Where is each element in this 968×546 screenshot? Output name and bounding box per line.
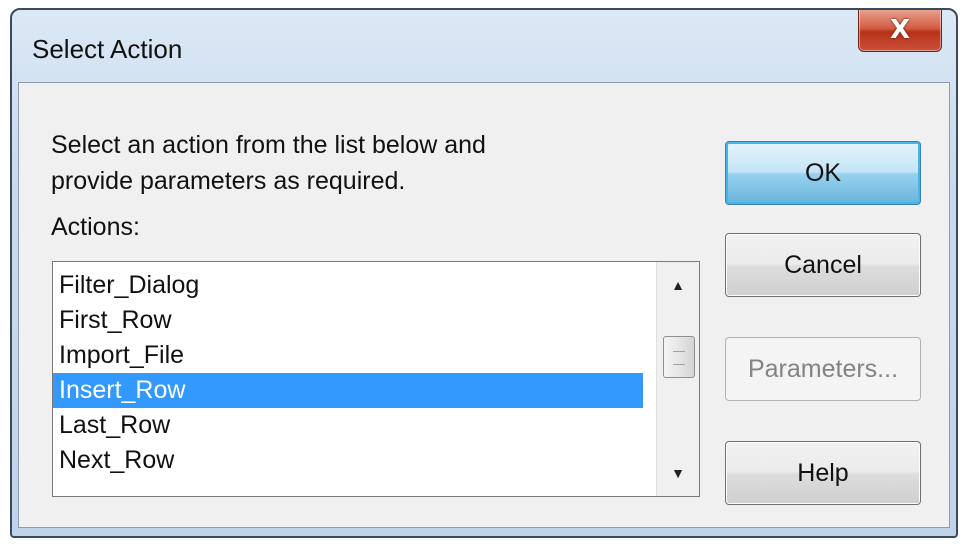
dialog-title: Select Action: [32, 34, 183, 64]
scroll-down-arrow-icon[interactable]: ▼: [657, 456, 699, 490]
cancel-button[interactable]: Cancel: [725, 233, 921, 297]
parameters-button[interactable]: Parameters...: [725, 337, 921, 401]
list-item[interactable]: Import_File: [53, 338, 643, 373]
actions-list-items: Filter_Dialog First_Row Import_File Insert_…: [53, 268, 643, 478]
close-button[interactable]: X: [858, 10, 942, 52]
help-button[interactable]: Help: [725, 441, 921, 505]
scroll-grip-icon: [673, 351, 685, 365]
title-bar[interactable]: Select Action X: [12, 10, 956, 82]
instructions-text: Select an action from the list below and…: [51, 131, 486, 195]
list-item[interactable]: Insert_Row: [53, 373, 643, 408]
list-item[interactable]: Next_Row: [53, 443, 643, 478]
actions-label: Actions:: [51, 213, 140, 241]
scroll-thumb[interactable]: [663, 336, 695, 378]
scroll-up-arrow-icon[interactable]: ▲: [657, 268, 699, 302]
listbox-scrollbar[interactable]: ▲ ▼: [656, 262, 699, 496]
list-item[interactable]: Filter_Dialog: [53, 268, 643, 303]
actions-listbox[interactable]: Filter_Dialog First_Row Import_File Insert_…: [52, 261, 700, 497]
list-item[interactable]: Last_Row: [53, 408, 643, 443]
ok-button[interactable]: OK: [725, 141, 921, 205]
select-action-dialog: Select Action X Select an action from th…: [10, 8, 958, 538]
list-item[interactable]: First_Row: [53, 303, 643, 338]
close-icon: X: [889, 15, 911, 45]
dialog-body: Select an action from the list below and…: [18, 82, 950, 528]
